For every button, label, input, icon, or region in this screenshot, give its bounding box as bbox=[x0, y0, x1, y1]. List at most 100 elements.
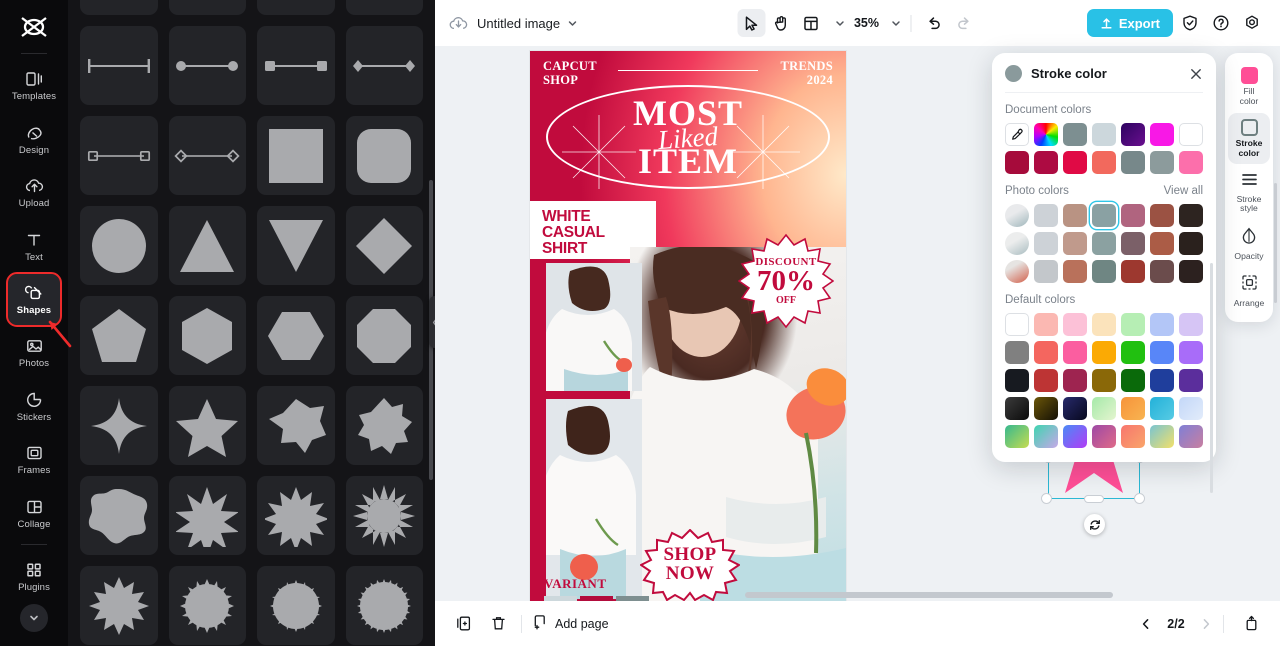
shapes-panel-collapse-button[interactable] bbox=[429, 296, 435, 348]
trash-icon[interactable] bbox=[485, 611, 511, 637]
default-color-swatch[interactable] bbox=[1150, 397, 1174, 420]
default-color-swatch[interactable] bbox=[1179, 397, 1203, 420]
photo-color-swatch[interactable] bbox=[1034, 232, 1058, 255]
arrange-button[interactable]: Arrange bbox=[1228, 268, 1270, 314]
photo-color-swatch[interactable] bbox=[1121, 204, 1145, 227]
default-color-swatch[interactable] bbox=[1092, 341, 1116, 364]
document-color-swatch[interactable] bbox=[1179, 151, 1203, 174]
photo-color-swatch[interactable] bbox=[1063, 204, 1087, 227]
shape-cell-line-diamond-ends[interactable] bbox=[345, 26, 423, 105]
sidebar-item-design[interactable]: Design bbox=[8, 113, 60, 164]
sidebar-item-stickers[interactable]: Stickers bbox=[8, 380, 60, 431]
export-button[interactable]: Export bbox=[1086, 9, 1173, 37]
default-color-swatch[interactable] bbox=[1121, 313, 1145, 336]
shape-cell[interactable] bbox=[168, 0, 246, 15]
select-tool-button[interactable] bbox=[736, 9, 765, 37]
shape-cell-hexagon-vertical[interactable] bbox=[168, 296, 246, 375]
shape-cell-eight-lobe-blob[interactable] bbox=[80, 476, 158, 555]
default-color-swatch[interactable] bbox=[1121, 341, 1145, 364]
shape-cell-triangle-up[interactable] bbox=[168, 206, 246, 285]
document-title-chevron-down-icon[interactable] bbox=[567, 18, 578, 29]
shape-cell-diamond[interactable] bbox=[345, 206, 423, 285]
default-color-swatch[interactable] bbox=[1063, 425, 1087, 448]
photo-color-swatch[interactable] bbox=[1150, 260, 1174, 283]
default-color-swatch[interactable] bbox=[1063, 341, 1087, 364]
photo-color-swatch[interactable] bbox=[1150, 204, 1174, 227]
sidebar-item-collage[interactable]: Collage bbox=[8, 487, 60, 538]
properties-rail-scrollbar[interactable] bbox=[1273, 183, 1277, 303]
next-page-button[interactable] bbox=[1195, 613, 1217, 635]
photo-color-swatch[interactable] bbox=[1121, 260, 1145, 283]
default-color-swatch[interactable] bbox=[1179, 341, 1203, 364]
photo-color-swatch[interactable] bbox=[1179, 232, 1203, 255]
photo-color-swatch[interactable] bbox=[1179, 260, 1203, 283]
resize-handle-bottom-left[interactable] bbox=[1041, 493, 1052, 504]
photo-thumbnail-avatar[interactable] bbox=[1005, 204, 1029, 227]
photo-color-swatch[interactable] bbox=[1150, 232, 1174, 255]
fill-color-button[interactable]: Fill color bbox=[1228, 61, 1270, 111]
default-color-swatch[interactable] bbox=[1034, 341, 1058, 364]
shape-cell-twenty-point-star[interactable] bbox=[168, 566, 246, 645]
sidebar-item-upload[interactable]: Upload bbox=[8, 167, 60, 218]
document-color-swatch[interactable] bbox=[1092, 151, 1116, 174]
shape-cell-line-circle-ends[interactable] bbox=[168, 26, 246, 105]
shape-cell-hexagon-horizontal[interactable] bbox=[257, 296, 335, 375]
shape-cell-pentagon[interactable] bbox=[80, 296, 158, 375]
shape-cell-eight-point-burst[interactable] bbox=[345, 386, 423, 465]
document-color-swatch[interactable] bbox=[1005, 151, 1029, 174]
sidebar-item-plugins[interactable]: Plugins bbox=[8, 551, 60, 602]
shape-cell-square[interactable] bbox=[257, 116, 335, 195]
default-color-swatch[interactable] bbox=[1005, 397, 1029, 420]
photo-thumbnail-avatar[interactable] bbox=[1005, 232, 1029, 255]
shape-cell-fine-burst-circle[interactable] bbox=[345, 566, 423, 645]
shape-cell-five-point-star[interactable] bbox=[168, 386, 246, 465]
shape-cell-rounded-square[interactable] bbox=[345, 116, 423, 195]
document-title[interactable]: Untitled image bbox=[477, 16, 560, 31]
shape-cell[interactable] bbox=[80, 0, 158, 15]
default-color-swatch[interactable] bbox=[1063, 397, 1087, 420]
view-all-link[interactable]: View all bbox=[1164, 185, 1203, 197]
sidebar-item-photos[interactable]: Photos bbox=[8, 327, 60, 378]
zoom-chevron-down-icon[interactable] bbox=[890, 18, 901, 29]
default-color-swatch[interactable] bbox=[1121, 425, 1145, 448]
default-color-swatch[interactable] bbox=[1034, 397, 1058, 420]
default-color-swatch[interactable] bbox=[1034, 425, 1058, 448]
redo-button[interactable] bbox=[950, 9, 978, 37]
default-color-swatch[interactable] bbox=[1034, 313, 1058, 336]
layout-tool-button[interactable] bbox=[797, 9, 825, 37]
sidebar-item-templates[interactable]: Templates bbox=[8, 60, 60, 111]
default-color-swatch[interactable] bbox=[1179, 425, 1203, 448]
default-color-swatch[interactable] bbox=[1150, 313, 1174, 336]
shape-cell-line-tick-ends[interactable] bbox=[80, 26, 158, 105]
document-color-swatch[interactable] bbox=[1034, 151, 1058, 174]
photo-color-swatch-selected[interactable] bbox=[1092, 204, 1116, 227]
photo-color-swatch[interactable] bbox=[1092, 260, 1116, 283]
close-icon[interactable] bbox=[1189, 67, 1203, 81]
default-color-swatch[interactable] bbox=[1092, 397, 1116, 420]
default-color-swatch[interactable] bbox=[1150, 341, 1174, 364]
default-color-swatch[interactable] bbox=[1063, 369, 1087, 392]
zoom-level-value[interactable]: 35% bbox=[847, 16, 881, 30]
document-color-swatch[interactable] bbox=[1063, 151, 1087, 174]
photo-color-swatch[interactable] bbox=[1063, 260, 1087, 283]
layout-chevron-down-icon[interactable] bbox=[834, 18, 845, 29]
default-color-swatch[interactable] bbox=[1092, 313, 1116, 336]
shape-cell-six-point-burst[interactable] bbox=[257, 386, 335, 465]
default-color-swatch[interactable] bbox=[1034, 369, 1058, 392]
document-color-swatch[interactable] bbox=[1150, 151, 1174, 174]
add-page-button[interactable]: Add page bbox=[532, 614, 609, 633]
popover-scrollbar[interactable] bbox=[1210, 263, 1213, 493]
duplicate-page-icon[interactable] bbox=[451, 611, 477, 637]
photo-color-swatch[interactable] bbox=[1092, 232, 1116, 255]
default-color-swatch[interactable] bbox=[1179, 369, 1203, 392]
stroke-style-button[interactable]: Stroke style bbox=[1228, 166, 1270, 219]
shape-cell-sixteen-point-starburst[interactable] bbox=[345, 476, 423, 555]
shape-cell-line-hollow-diamond-ends[interactable] bbox=[168, 116, 246, 195]
eyedropper-icon[interactable] bbox=[1005, 123, 1029, 146]
stroke-color-button[interactable]: Stroke color bbox=[1228, 113, 1270, 164]
default-color-swatch[interactable] bbox=[1005, 313, 1029, 336]
shape-cell-line-hollow-square-ends[interactable] bbox=[80, 116, 158, 195]
photo-color-swatch[interactable] bbox=[1063, 232, 1087, 255]
undo-button[interactable] bbox=[920, 9, 948, 37]
document-color-swatch[interactable] bbox=[1121, 123, 1145, 146]
